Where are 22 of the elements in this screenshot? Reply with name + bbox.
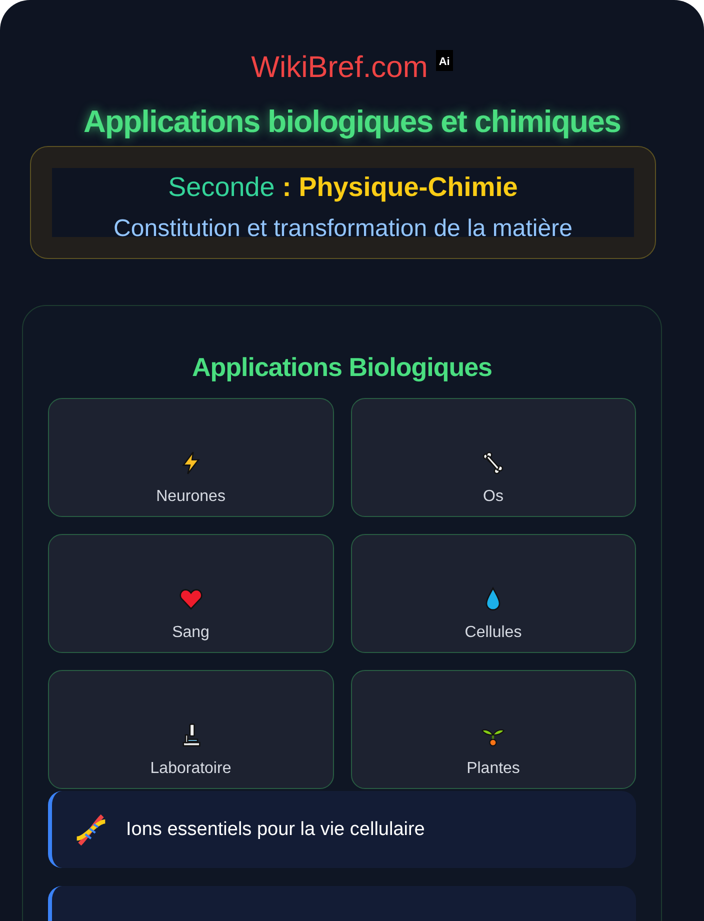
card-label: Laboratoire: [150, 760, 232, 778]
topic-card[interactable]: Neurones: [48, 398, 334, 517]
topic-card[interactable]: Sang: [48, 534, 334, 653]
topic-card[interactable]: Cellules: [350, 534, 636, 653]
card-label: Os: [483, 488, 504, 506]
card-label: Sang: [172, 624, 210, 642]
topic-card[interactable]: Plantes: [350, 670, 636, 789]
level-label: Seconde: [168, 172, 275, 202]
topic-card[interactable]: Laboratoire: [48, 670, 334, 789]
card-label: Neurones: [156, 488, 226, 506]
page-title: Applications biologiques et chimiques: [83, 103, 621, 141]
subject-name: : Physique-Chimie: [282, 172, 518, 202]
topic-text: Constitution et transformation de la matière: [114, 215, 572, 243]
card-label: Cellules: [464, 624, 522, 642]
heart-icon: [178, 586, 204, 612]
card-label: Plantes: [466, 760, 520, 778]
topic-card[interactable]: Os: [350, 398, 636, 517]
dna-icon: [74, 812, 108, 846]
section-title: Applications Biologiques: [190, 351, 493, 384]
ai-badge: Ai: [436, 50, 453, 71]
info-text: Ions essentiels pour la vie cellulaire: [126, 818, 425, 840]
site-logo[interactable]: WikiBref.com: [251, 50, 428, 86]
